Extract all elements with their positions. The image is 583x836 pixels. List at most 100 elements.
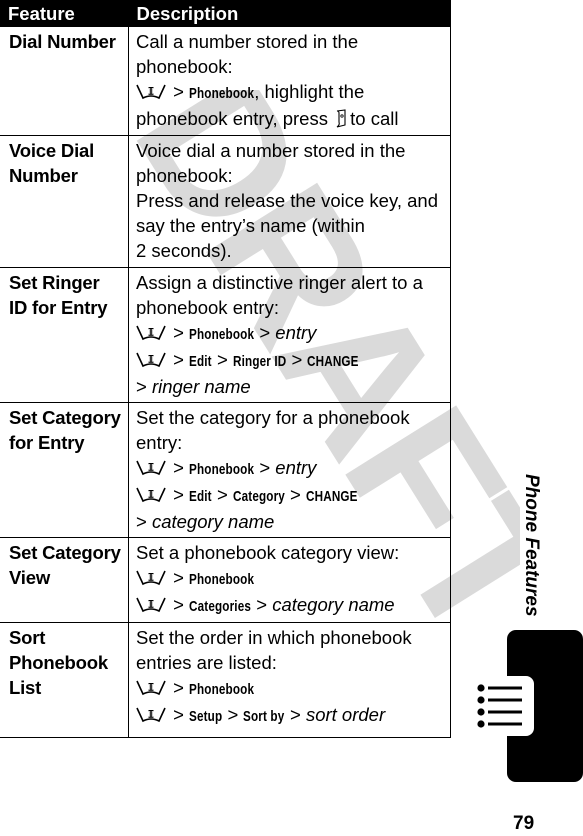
menu-command-wrap: Phonebook	[189, 565, 254, 592]
path-separator: >	[136, 510, 152, 532]
list-icon	[477, 684, 522, 728]
description-line: > Edit > Category > CHANGE	[136, 482, 444, 509]
path-separator: >	[136, 375, 152, 397]
description-line: Press and release the voice key, and	[136, 189, 438, 211]
menu-variable: entry	[275, 456, 317, 478]
menu-key-icon	[136, 707, 166, 722]
feature-name: Dial Number	[0, 27, 129, 136]
path-separator: >	[222, 703, 244, 725]
menu-command: Phonebook	[189, 85, 255, 102]
path-separator: >	[211, 483, 233, 505]
description-line: Set the order in which phonebook	[136, 626, 412, 648]
description-line: say the entry’s name (within	[136, 214, 365, 236]
header-description: Description	[128, 0, 451, 27]
path-separator: >	[168, 348, 190, 370]
menu-key-icon	[136, 352, 166, 367]
menu-key-icon	[136, 325, 166, 340]
description-line: 2 seconds).	[136, 239, 232, 261]
feature-description: Set a phonebook category view: > Phonebo…	[128, 537, 451, 623]
description-line: phonebook entry, press to call	[136, 106, 444, 131]
path-separator: >	[168, 593, 190, 615]
send-key-icon	[336, 109, 346, 128]
path-separator: >	[168, 703, 190, 725]
table-row: Set Category for Entry Set the category f…	[0, 402, 451, 538]
path-separator: >	[284, 483, 306, 505]
path-separator: >	[251, 593, 273, 615]
menu-command-wrap: Phonebook	[189, 320, 254, 347]
menu-command-wrap: Edit	[189, 347, 212, 374]
header-feature: Feature	[0, 0, 129, 27]
menu-key-icon	[136, 597, 166, 612]
table-row: Dial Number Call a number stored in the ph…	[0, 27, 451, 136]
feature-name: Set Category View	[0, 537, 129, 623]
description-line: > Phonebook	[136, 675, 444, 702]
menu-key-icon	[136, 84, 166, 100]
menu-command: Phonebook	[189, 680, 255, 698]
menu-variable: sort order	[305, 703, 386, 725]
feature-description: Set the category for a phonebook entry: >…	[128, 402, 451, 538]
description-line: > Categories > category name	[136, 592, 444, 619]
menu-command: CHANGE	[307, 352, 360, 370]
menu-command: Category	[232, 487, 285, 505]
description-line: > Phonebook > entry	[136, 320, 444, 347]
description-line: > Phonebook, highlight the	[136, 79, 444, 106]
menu-command: Phonebook	[189, 325, 255, 343]
menu-command-wrap: CHANGE	[306, 482, 358, 509]
menu-key-icon	[136, 460, 166, 475]
path-separator: >	[168, 676, 190, 698]
menu-variable: ringer name	[151, 375, 251, 397]
menu-command: Phonebook	[189, 570, 255, 588]
menu-variable: entry	[275, 321, 317, 343]
description-line: > Phonebook > entry	[136, 455, 444, 482]
description-line: Call a number stored in the	[136, 31, 359, 52]
feature-name: Voice Dial Number	[0, 135, 129, 268]
feature-name: Set Category for Entry	[0, 402, 129, 538]
menu-command-wrap: Categories	[189, 592, 251, 619]
description-line: Voice dial a number stored in the	[136, 139, 406, 161]
description-line: phonebook entry:	[136, 296, 279, 318]
menu-command: Edit	[189, 487, 212, 505]
path-separator: >	[168, 566, 190, 588]
menu-key-icon	[136, 680, 166, 695]
menu-variable: category name	[272, 593, 395, 615]
menu-command: Ringer ID	[232, 352, 287, 370]
path-separator: >	[168, 456, 190, 478]
menu-command: Edit	[189, 352, 212, 370]
menu-command-wrap: Phonebook	[189, 455, 254, 482]
menu-command: CHANGE	[305, 487, 358, 505]
description-line: > Setup > Sort by > sort order	[136, 702, 444, 729]
menu-command-wrap: Ringer ID	[233, 347, 286, 374]
table-row: Voice Dial Number Voice dial a number sto…	[0, 135, 451, 268]
table-row: Set Ringer ID for Entry Assign a distinct…	[0, 267, 451, 403]
description-text: , highlight the	[254, 81, 365, 102]
description-line: Set a phonebook category view:	[136, 541, 400, 563]
menu-command-wrap: Phonebook	[189, 675, 254, 702]
path-separator: >	[168, 321, 190, 343]
menu-command: Phonebook	[189, 460, 255, 478]
path-separator: >	[286, 348, 308, 370]
feature-description: Call a number stored in the phonebook: > …	[128, 27, 451, 136]
path-separator: >	[284, 703, 306, 725]
description-line: phonebook:	[136, 56, 233, 77]
table-body: Dial Number Call a number stored in the ph…	[0, 27, 451, 738]
page-number: 79	[513, 813, 535, 834]
menu-command-wrap: Sort by	[243, 702, 284, 729]
table-row: Sort Phonebook List Set the order in whic…	[0, 622, 451, 738]
description-line: phonebook:	[136, 164, 233, 186]
menu-command-wrap: Phonebook	[189, 79, 254, 106]
path-separator: >	[254, 456, 276, 478]
feature-description: Assign a distinctive ringer alert to a ph…	[128, 267, 451, 403]
menu-command: Sort by	[243, 707, 285, 725]
menu-variable: category name	[151, 510, 275, 532]
description-text: phonebook entry, press	[136, 108, 328, 129]
menu-command-wrap: Setup	[189, 702, 222, 729]
feature-name: Sort Phonebook List	[0, 622, 129, 738]
description-line: > ringer name	[136, 374, 444, 399]
path-separator: >	[254, 321, 276, 343]
description-line: entries are listed:	[136, 651, 277, 673]
feature-name: Set Ringer ID for Entry	[0, 267, 129, 403]
menu-command: Categories	[189, 597, 252, 615]
description-line: entry:	[136, 431, 183, 453]
menu-command: Setup	[189, 707, 223, 725]
table-row: Set Category View Set a phonebook categor…	[0, 537, 451, 623]
